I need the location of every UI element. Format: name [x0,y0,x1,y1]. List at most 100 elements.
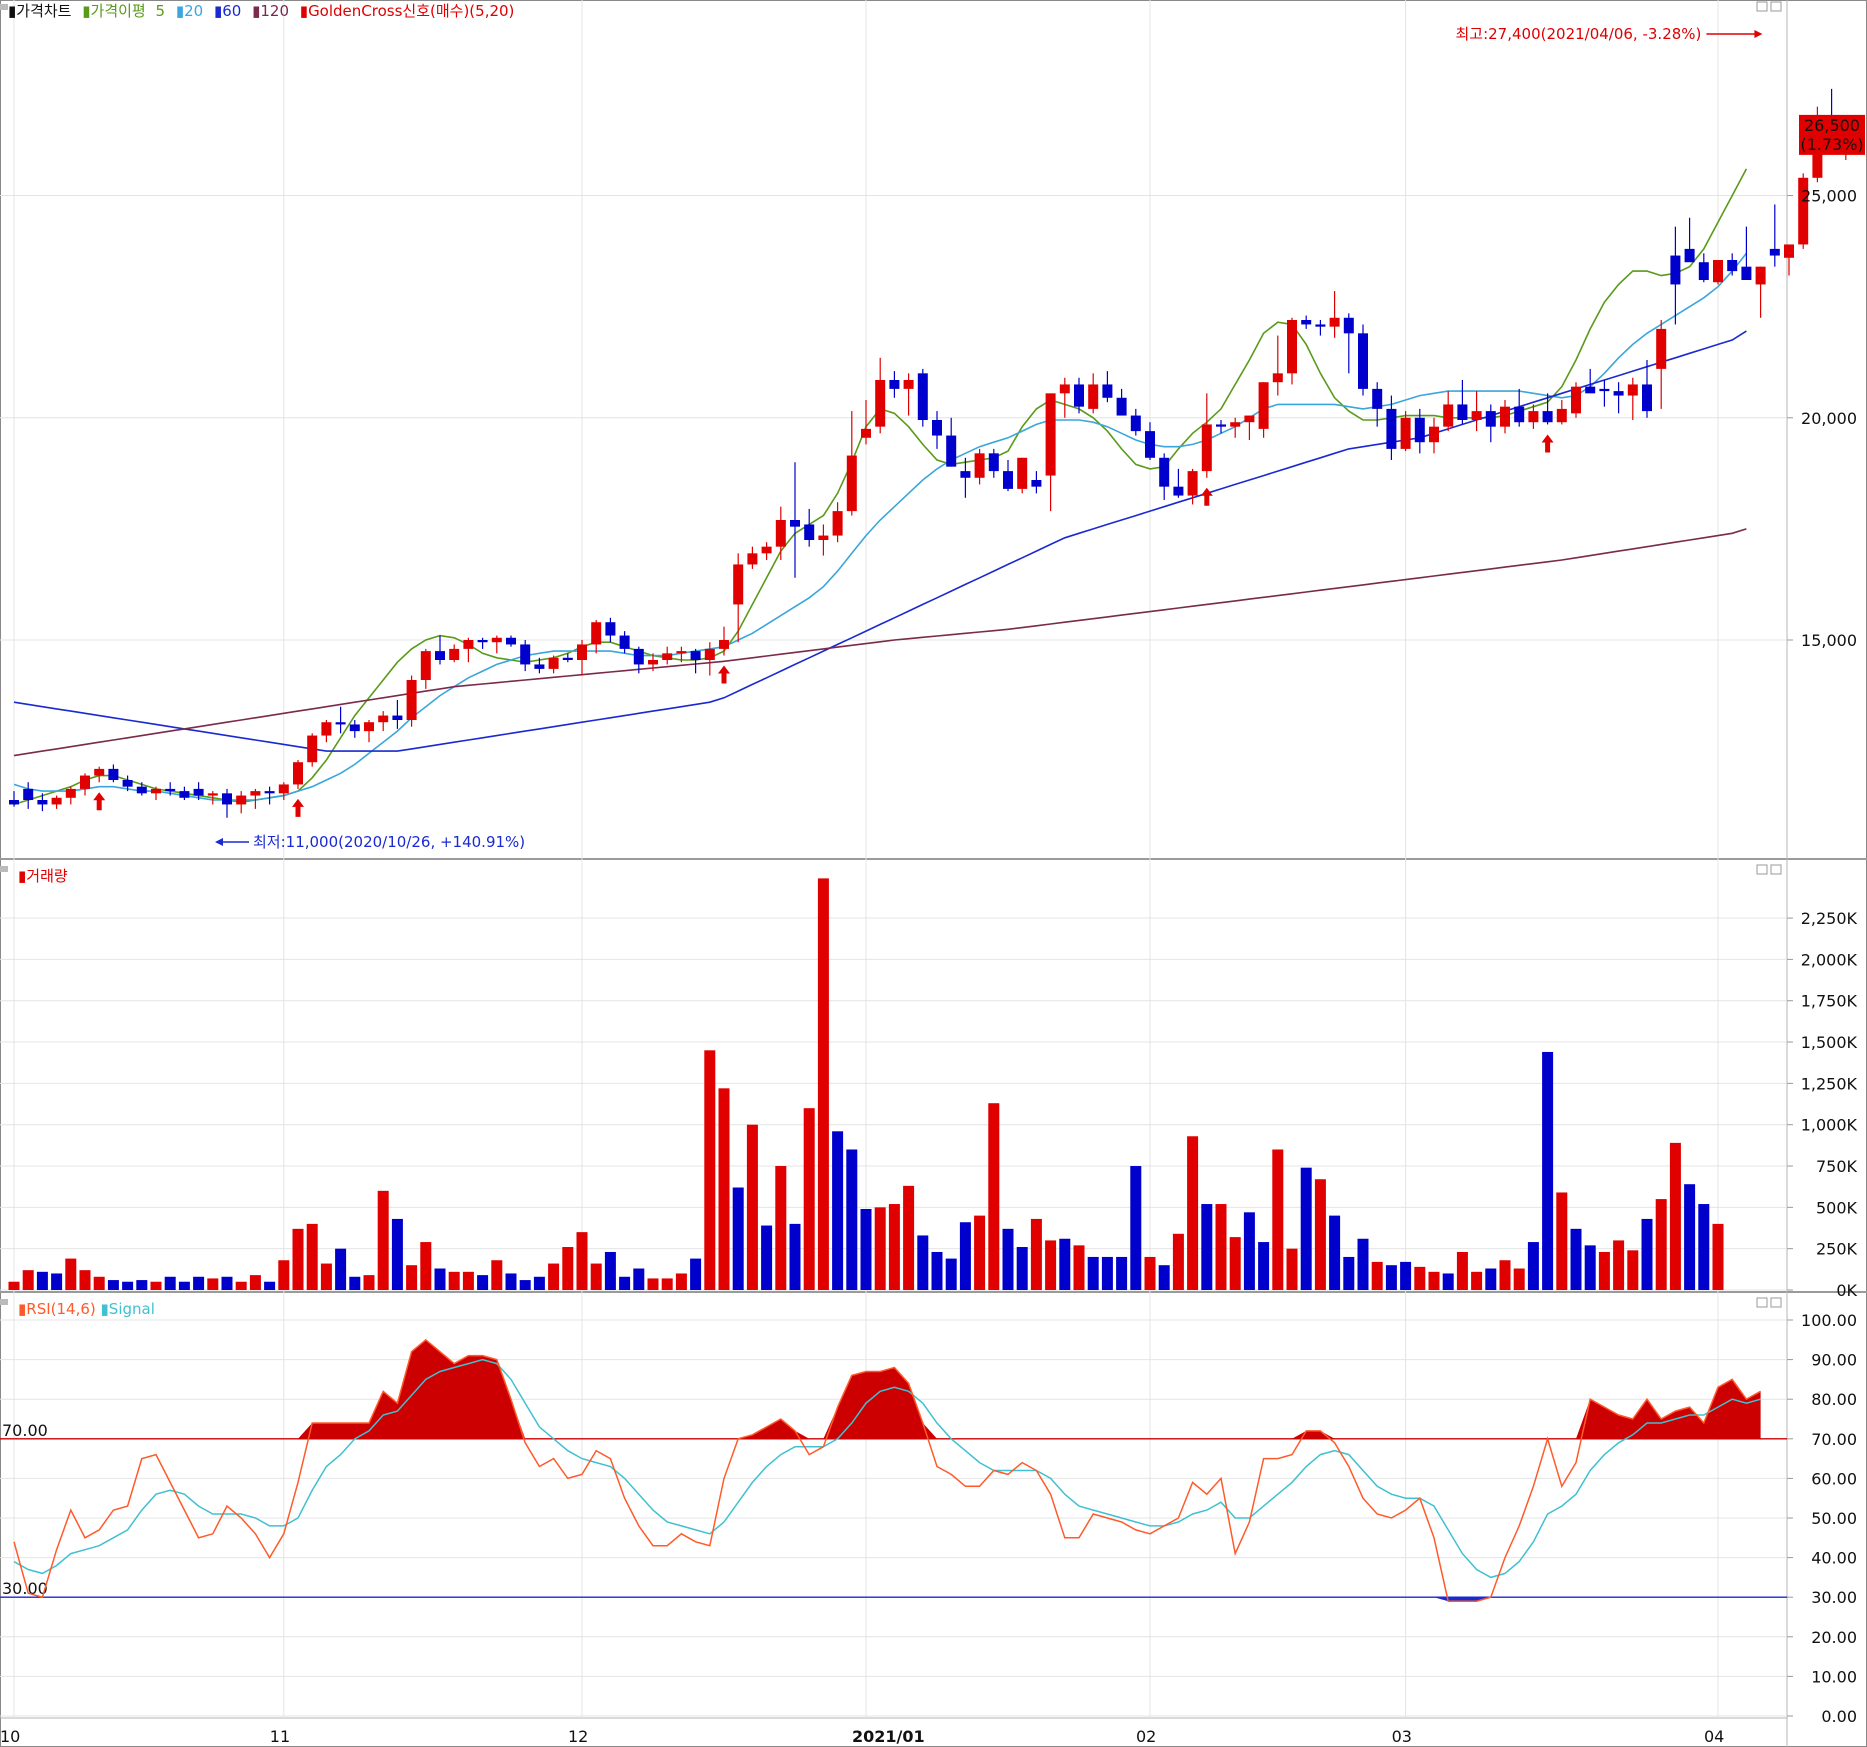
candle-body [1045,393,1056,476]
ma60-period: 60 [222,2,241,20]
ma-120-line [13,528,1747,757]
maximize-icon[interactable] [1756,1297,1768,1308]
1-y-tick-label: 2,000K [1801,950,1858,969]
candle-body [1258,382,1269,429]
candle-body [605,622,616,636]
candle-body [1343,317,1354,334]
candle-body [51,797,62,805]
y-axis-ticks: 25,000 20,000 15,000 2,250K 2,000K 1,750K 1,50… [1787,187,1858,1726]
candle-body [1414,417,1425,443]
golden-cross-arrow-icon [93,792,106,811]
candle-body [80,775,90,789]
candle-body [633,648,644,665]
candle-body [491,637,502,643]
candle-body [335,722,346,725]
volume-bar [945,1258,957,1290]
volume-bar [1655,1199,1667,1290]
candle-body [1074,384,1084,407]
volume-bar [406,1265,418,1290]
volume-bar [860,1209,872,1290]
panel-grip-icon[interactable] [0,1299,8,1305]
volume-bar [775,1166,787,1290]
candle-body [1003,471,1013,489]
candle-body [1670,255,1681,285]
candle-body [108,768,119,780]
candle-body [349,724,360,732]
candle-body [733,564,744,605]
candle-body [704,648,715,660]
volume-bar [1229,1237,1241,1290]
x-axis-ticks: 10 11 12 2021/01 02 03 04 [0,1727,1724,1746]
volume-bar [377,1190,389,1290]
candle-body [477,640,488,643]
moving-average-lines [13,168,1748,806]
volume-bar [1385,1265,1397,1290]
maximize-icon[interactable] [1756,864,1768,875]
low-annotation-text: 최저:11,000(2020/10/26, +140.91%) [253,833,525,851]
candle-body [65,788,76,798]
volume-bar [1357,1238,1369,1290]
stock-chart: 70.0030.00 25,00020,00015,0002,250K2,000… [0,0,1867,1747]
close-icon[interactable] [1770,1,1782,12]
candle-body [1457,404,1468,420]
1-y-tick-label: 1,500K [1801,1033,1858,1052]
volume-bar [1215,1204,1227,1290]
candle-body [932,420,942,436]
volume-bar [1116,1256,1128,1290]
rsi-label: RSI(14,6) [26,1300,95,1318]
panel-grip-icon[interactable] [0,866,8,872]
2-y-tick-label: 60.00 [1811,1469,1857,1488]
candle-body [1613,391,1624,396]
candle-body [1485,411,1496,427]
candle-body [875,380,886,427]
candle-body [364,722,374,732]
candle-body [207,793,218,796]
last-price-value: 26,500 [1804,116,1860,135]
close-icon[interactable] [1770,864,1782,875]
ma-20-line [13,252,1748,801]
volume-bar [22,1270,34,1290]
x-tick-label: 10 [0,1727,20,1746]
2-y-tick-label: 80.00 [1811,1390,1857,1409]
rsi-series: 70.0030.00 [0,1338,1787,1602]
volume-bar [107,1280,119,1290]
last-price-badge: 26,500 (1.73%) [1799,114,1865,155]
volume-bar [363,1275,375,1290]
golden-cross-arrow-icon [292,798,304,817]
candle-body [1599,388,1610,392]
volume-bar [93,1276,105,1290]
candle-body [1187,471,1198,496]
candle-body [534,664,545,669]
candle-body [506,637,516,645]
panel-grip-icon[interactable] [0,4,8,10]
ma5-period: 5 [156,2,166,20]
volume-bar [448,1271,460,1290]
volume-bar [633,1268,645,1290]
high-arrow-head-icon [1754,30,1763,38]
candle-body [1102,384,1113,398]
volume-bar [235,1281,247,1290]
candle-body [1059,384,1070,394]
volume-bar [150,1281,162,1290]
candle-body [278,784,289,794]
volume-bar [1059,1238,1071,1290]
volume-bar [1272,1149,1284,1290]
volume-bar [178,1281,190,1290]
volume-bar [1087,1256,1099,1290]
0-y-tick-label: 20,000 [1801,409,1857,428]
volume-bar [1456,1251,1468,1290]
volume-bar [36,1271,48,1290]
volume-bar [576,1232,588,1290]
candle-body [264,791,275,794]
volume-bar [704,1050,716,1290]
volume-bar [1613,1240,1625,1290]
close-icon[interactable] [1770,1297,1782,1308]
volume-bar [619,1276,631,1290]
price-panel-legend: ▮가격차트 ▮가격이평 5 ▮20 ▮60 ▮120 ▮GoldenCross신… [8,2,514,20]
x-tick-label: 03 [1392,1727,1412,1746]
volume-bar [604,1251,616,1290]
maximize-icon[interactable] [1756,1,1768,12]
volume-bar [732,1187,744,1290]
candle-body [1372,388,1383,409]
volume-bar [988,1103,1000,1290]
